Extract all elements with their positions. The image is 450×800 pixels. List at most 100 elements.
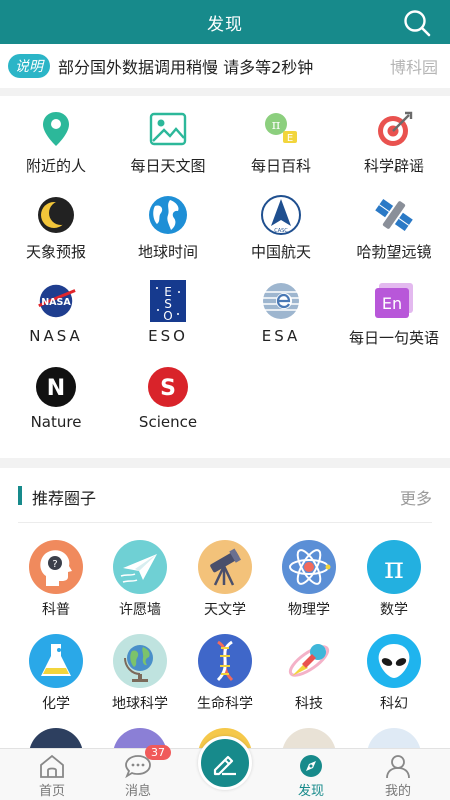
head-question-icon: ? <box>29 540 83 594</box>
tab-label: 我的 <box>384 784 411 799</box>
svg-text:NASA: NASA <box>41 297 71 308</box>
page-title: 发现 <box>207 14 243 35</box>
app-science-rumor[interactable]: 科学辟谣 <box>338 108 450 178</box>
circle-label: 物理学 <box>288 602 330 618</box>
dna-icon <box>198 634 252 688</box>
section-title: 推荐圈子 <box>32 489 97 508</box>
space-icon <box>29 728 83 748</box>
svg-text:π: π <box>272 118 281 133</box>
app-daily-encyclopedia[interactable]: πE 每日百科 <box>225 108 337 178</box>
topic-icon <box>367 728 421 748</box>
nature-logo-icon: N <box>35 366 77 408</box>
location-pin-icon <box>35 108 77 150</box>
circle-earth-science[interactable]: 地球科学 <box>97 634 183 720</box>
edit-icon <box>213 755 236 776</box>
app-label: 每日百科 <box>250 157 311 175</box>
app-label: 中国航天 <box>250 243 311 261</box>
picture-icon <box>147 108 189 150</box>
app-label: 科学辟谣 <box>363 157 424 175</box>
app-daily-english[interactable]: En 每日一句英语 <box>338 280 450 350</box>
circle-partial[interactable] <box>97 728 183 748</box>
app-nearby-people[interactable]: 附近的人 <box>0 108 112 178</box>
science-logo-icon: S <box>147 366 189 408</box>
app-label: 地球时间 <box>137 243 198 261</box>
english-icon: En <box>373 280 415 322</box>
notice-badge: 说明 <box>8 54 50 78</box>
section-accent-bar <box>18 486 22 505</box>
tab-home[interactable]: 首页 <box>7 749 97 800</box>
app-daily-astronomy-picture[interactable]: 每日天文图 <box>112 108 224 178</box>
more-link[interactable]: 更多 <box>400 485 432 509</box>
circle-label: 科幻 <box>380 696 408 712</box>
svg-text:En: En <box>382 294 402 313</box>
app-label: Nature <box>30 413 82 431</box>
tab-label: 首页 <box>38 784 65 799</box>
circle-astronomy[interactable]: 天文学 <box>182 540 268 626</box>
flask-icon <box>29 634 83 688</box>
tab-messages[interactable]: 消息 37 <box>93 745 183 800</box>
app-label: NASA <box>29 327 83 345</box>
nasa-logo-icon: NASA <box>35 280 77 322</box>
encyclopedia-icon: πE <box>260 108 302 150</box>
app-nature[interactable]: N Nature <box>0 366 112 436</box>
atom-icon <box>282 540 336 594</box>
globe-icon <box>113 634 167 688</box>
home-icon <box>38 753 66 779</box>
target-icon <box>373 108 415 150</box>
svg-text:N: N <box>47 376 65 401</box>
pi-icon: π <box>367 540 421 594</box>
app-label: Science <box>138 413 198 431</box>
app-science[interactable]: S Science <box>112 366 224 436</box>
tab-label: 消息 <box>124 784 151 799</box>
circle-partial[interactable] <box>266 728 352 748</box>
app-nasa[interactable]: NASA NASA <box>0 280 112 350</box>
circle-label: 许愿墙 <box>119 602 161 618</box>
eso-logo-icon: ESO <box>147 280 189 322</box>
telescope-icon <box>198 540 252 594</box>
tab-mine[interactable]: 我的 <box>353 749 443 800</box>
tab-label: 发现 <box>297 784 324 799</box>
circle-partial[interactable] <box>351 728 437 748</box>
tab-discover[interactable]: 发现 <box>266 749 356 800</box>
circle-mathematics[interactable]: π 数学 <box>351 540 437 626</box>
section-header: 推荐圈子 更多 <box>0 468 450 523</box>
app-label: 附近的人 <box>25 157 86 175</box>
notice-text: 部分国外数据调用稍慢 请多等2秒钟 <box>58 58 314 77</box>
circle-partial[interactable] <box>13 728 99 748</box>
svg-text:S: S <box>160 376 176 401</box>
search-button[interactable] <box>402 8 432 38</box>
app-label: 天象预报 <box>25 243 86 261</box>
top-bar: 发现 <box>0 0 450 44</box>
app-eso[interactable]: ESO ESO <box>112 280 224 350</box>
satellite-icon <box>373 194 415 236</box>
app-root: 发现 说明 部分国外数据调用稍慢 请多等2秒钟 博科园 附近的人 每日天文图 π… <box>0 0 450 800</box>
circle-chemistry[interactable]: 化学 <box>13 634 99 720</box>
circle-technology[interactable]: 科技 <box>266 634 352 720</box>
compose-button[interactable] <box>198 736 252 790</box>
moon-icon <box>35 194 77 236</box>
recommended-circles: 推荐圈子 更多 ? 科普 许愿墙 天文学 物理学 π 数学 化学 地球科学 生命… <box>0 468 450 748</box>
circle-label: 地球科学 <box>112 696 168 712</box>
circle-life-science[interactable]: 生命科学 <box>182 634 268 720</box>
app-label: ESO <box>148 327 188 345</box>
casc-logo-icon: CASC <box>260 194 302 236</box>
app-esa[interactable]: ESA <box>225 280 337 350</box>
user-icon <box>384 753 412 779</box>
app-label: 每日一句英语 <box>348 329 439 347</box>
circle-label: 天文学 <box>204 602 246 618</box>
circle-physics[interactable]: 物理学 <box>266 540 352 626</box>
notice-source: 博科园 <box>389 58 438 77</box>
search-icon <box>404 10 431 37</box>
circle-label: 科普 <box>42 602 70 618</box>
app-celestial-forecast[interactable]: 天象预报 <box>0 194 112 264</box>
svg-text:E: E <box>287 133 293 144</box>
rocket-planet-icon <box>282 634 336 688</box>
circle-popular-science[interactable]: ? 科普 <box>13 540 99 626</box>
app-hubble-telescope[interactable]: 哈勃望远镜 <box>338 194 450 264</box>
circle-science-fiction[interactable]: 科幻 <box>351 634 437 720</box>
notice-bar[interactable]: 说明 部分国外数据调用稍慢 请多等2秒钟 博科园 <box>0 44 450 88</box>
app-earth-time[interactable]: 地球时间 <box>112 194 224 264</box>
circle-wish-wall[interactable]: 许愿墙 <box>97 540 183 626</box>
circle-label: 化学 <box>42 696 70 712</box>
app-china-aerospace[interactable]: CASC 中国航天 <box>225 194 337 264</box>
